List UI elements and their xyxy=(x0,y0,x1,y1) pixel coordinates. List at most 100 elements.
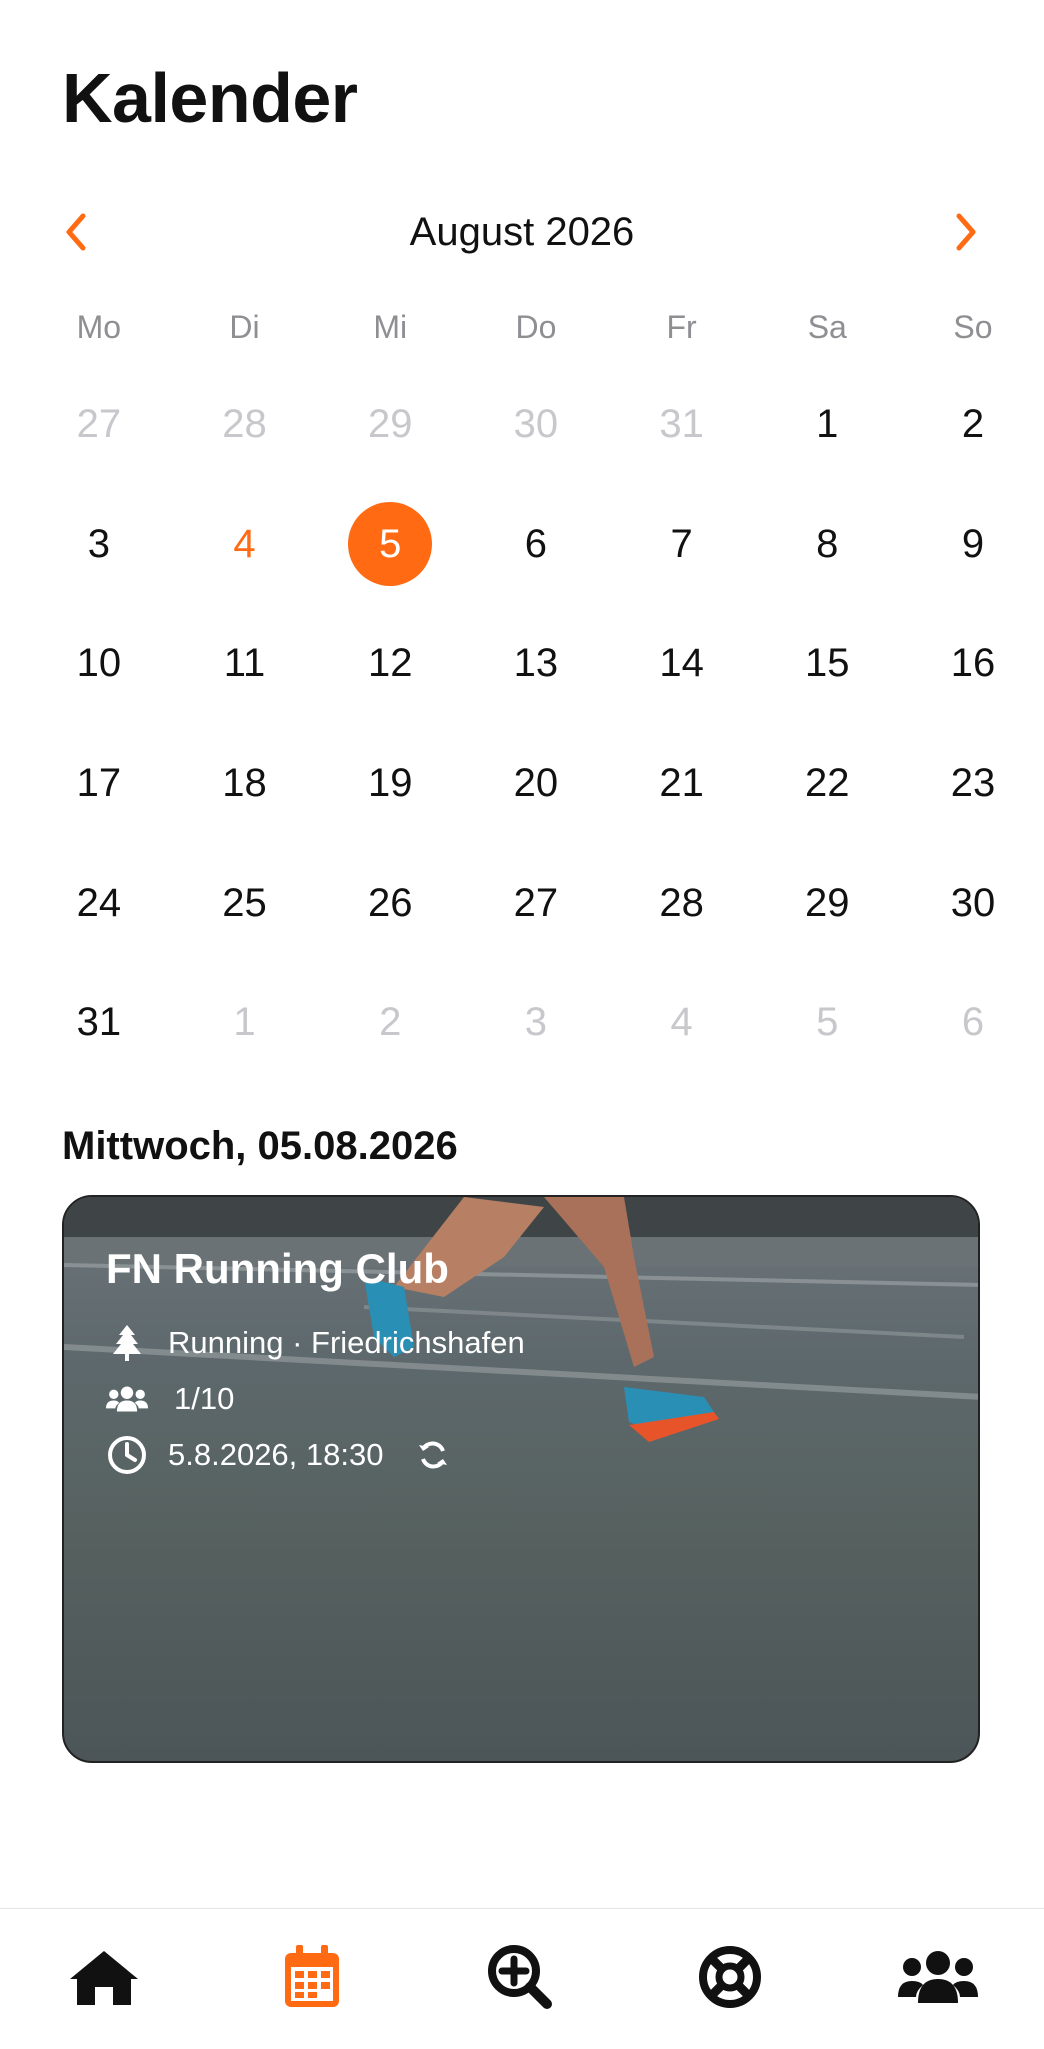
calendar-day[interactable]: 15 xyxy=(754,604,900,724)
bottom-navigation xyxy=(0,1908,1044,2049)
event-category-row: Running · Friedrichshafen xyxy=(106,1315,525,1371)
calendar-day-number: 12 xyxy=(367,641,413,686)
calendar-day[interactable]: 29 xyxy=(317,365,463,485)
calendar-day[interactable]: 6 xyxy=(900,963,1044,1083)
chevron-right-icon xyxy=(956,213,976,251)
calendar-day-number: 5 xyxy=(816,1000,839,1045)
weekday-label: Mi xyxy=(373,309,408,345)
event-participants: 1/10 xyxy=(174,1381,235,1416)
calendar-day-number: 15 xyxy=(805,641,850,686)
event-title: FN Running Club xyxy=(106,1245,449,1292)
calendar-day-number: 27 xyxy=(513,880,559,925)
calendar-day[interactable]: 27 xyxy=(463,843,609,963)
calendar-day-number: 8 xyxy=(816,521,839,566)
weekday-label: Sa xyxy=(807,309,847,345)
calendar-day-number: 9 xyxy=(961,521,985,566)
calendar-day-number: 5 xyxy=(348,502,433,587)
calendar-day-number: 18 xyxy=(222,761,267,806)
calendar-day-number: 30 xyxy=(513,402,559,447)
calendar-day-number: 6 xyxy=(961,1000,985,1045)
tab-community[interactable] xyxy=(888,1927,988,2027)
calendar-day[interactable]: 14 xyxy=(609,604,755,724)
calendar-day-number: 29 xyxy=(805,880,850,925)
calendar-day[interactable]: 29 xyxy=(754,843,900,963)
calendar-day[interactable]: 28 xyxy=(172,365,318,485)
calendar-day[interactable]: 20 xyxy=(463,724,609,844)
clock-icon xyxy=(106,1434,148,1476)
weekday-header: Mo Di Mi Do Fr Sa So xyxy=(26,302,1044,352)
calendar-day-number: 28 xyxy=(659,880,704,925)
calendar-day-number: 21 xyxy=(659,761,704,806)
calendar-day[interactable]: 31 xyxy=(609,365,755,485)
tab-support[interactable] xyxy=(680,1927,780,2027)
calendar-day[interactable]: 12 xyxy=(317,604,463,724)
tab-calendar[interactable] xyxy=(262,1927,362,2027)
calendar-day[interactable]: 27 xyxy=(26,365,172,485)
calendar-day-number: 30 xyxy=(950,880,996,925)
calendar-day[interactable]: 7 xyxy=(609,485,755,605)
event-category-location: Running · Friedrichshafen xyxy=(168,1325,525,1360)
calendar-day[interactable]: 1 xyxy=(172,963,318,1083)
calendar-day-number: 11 xyxy=(223,641,266,686)
calendar-day[interactable]: 23 xyxy=(900,724,1044,844)
search-plus-icon xyxy=(488,1945,552,2009)
calendar-day[interactable]: 30 xyxy=(900,843,1044,963)
calendar-day-number: 22 xyxy=(805,761,850,806)
calendar-day[interactable]: 10 xyxy=(26,604,172,724)
next-month-button[interactable] xyxy=(940,206,992,258)
calendar-day-number: 29 xyxy=(367,402,413,447)
calendar-day[interactable]: 18 xyxy=(172,724,318,844)
calendar-day[interactable]: 5 xyxy=(754,963,900,1083)
calendar-day-number: 14 xyxy=(659,641,704,686)
calendar-day-number: 13 xyxy=(513,641,559,686)
event-datetime: 5.8.2026, 18:30 xyxy=(168,1437,384,1472)
page-title: Kalender xyxy=(62,59,358,137)
calendar-day[interactable]: 16 xyxy=(900,604,1044,724)
calendar-day[interactable]: 4 xyxy=(609,963,755,1083)
calendar-day[interactable]: 6 xyxy=(463,485,609,605)
users-icon xyxy=(106,1378,148,1420)
event-participants-row: 1/10 xyxy=(106,1371,525,1427)
calendar-day-number: 6 xyxy=(524,521,548,566)
month-label: August 2026 xyxy=(409,210,635,254)
tab-search[interactable] xyxy=(470,1927,570,2027)
calendar-day[interactable]: 1 xyxy=(754,365,900,485)
weekday-label: Mo xyxy=(76,309,122,345)
weekday-label: Di xyxy=(229,309,260,345)
weekday-label: Do xyxy=(515,309,557,345)
event-card[interactable]: FN Running Club Running · Friedrichshafe… xyxy=(62,1195,980,1763)
event-datetime-row: 5.8.2026, 18:30 xyxy=(106,1427,525,1483)
calendar-day-number: 3 xyxy=(87,521,110,566)
calendar-day-today[interactable]: 4 xyxy=(172,485,318,605)
calendar-day[interactable]: 31 xyxy=(26,963,172,1083)
calendar-day-selected[interactable]: 5 xyxy=(317,485,463,605)
calendar-day[interactable]: 2 xyxy=(317,963,463,1083)
calendar-day[interactable]: 21 xyxy=(609,724,755,844)
calendar-day[interactable]: 2 xyxy=(900,365,1044,485)
calendar-day-number: 19 xyxy=(367,761,413,806)
calendar-day[interactable]: 25 xyxy=(172,843,318,963)
calendar-day-number: 17 xyxy=(76,761,122,806)
calendar-day[interactable]: 17 xyxy=(26,724,172,844)
calendar-day[interactable]: 11 xyxy=(172,604,318,724)
calendar-day[interactable]: 3 xyxy=(26,485,172,605)
calendar-day[interactable]: 26 xyxy=(317,843,463,963)
calendar-day-number: 1 xyxy=(233,1000,256,1045)
calendar-day-number: 4 xyxy=(670,1000,693,1045)
calendar-day[interactable]: 9 xyxy=(900,485,1044,605)
calendar-day[interactable]: 22 xyxy=(754,724,900,844)
calendar-day-number: 10 xyxy=(76,641,122,686)
home-icon xyxy=(70,1951,138,2005)
calendar-day[interactable]: 8 xyxy=(754,485,900,605)
calendar-day[interactable]: 28 xyxy=(609,843,755,963)
calendar-day[interactable]: 24 xyxy=(26,843,172,963)
previous-month-button[interactable] xyxy=(50,206,102,258)
calendar-day[interactable]: 30 xyxy=(463,365,609,485)
calendar-day[interactable]: 3 xyxy=(463,963,609,1083)
calendar-day[interactable]: 19 xyxy=(317,724,463,844)
month-navigation: August 2026 xyxy=(0,200,1044,264)
calendar-day[interactable]: 13 xyxy=(463,604,609,724)
tab-home[interactable] xyxy=(54,1927,154,2027)
users-icon xyxy=(898,1951,978,2003)
recurring-icon xyxy=(417,1439,449,1471)
